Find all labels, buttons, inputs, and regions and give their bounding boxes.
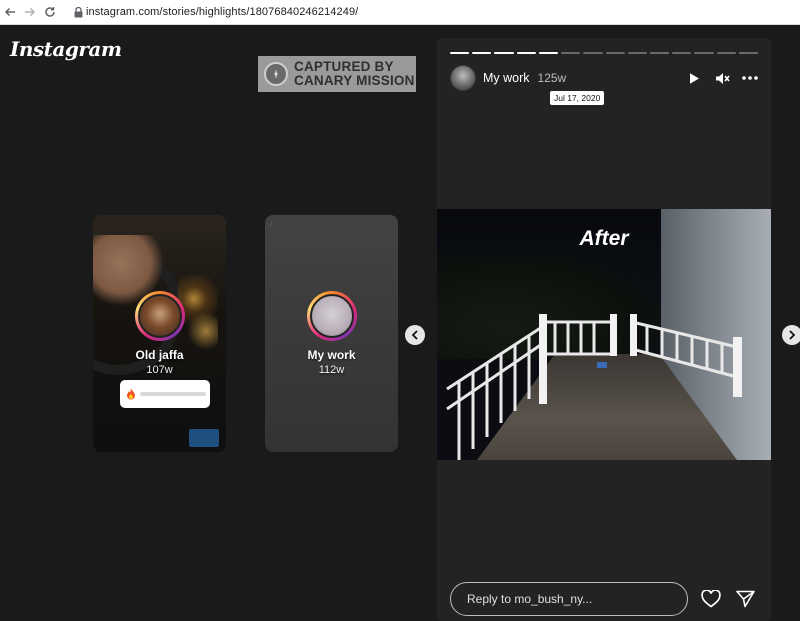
story-username[interactable]: My work — [483, 71, 530, 85]
reload-icon — [45, 7, 55, 17]
watermark-line2: CANARY MISSION — [294, 73, 415, 88]
play-button[interactable] — [686, 70, 702, 86]
site-info-button[interactable] — [70, 0, 86, 25]
highlight-avatar — [135, 291, 185, 341]
story-viewer: Instagram CAPTURED BY CANARY MISSION Old… — [0, 25, 800, 621]
reload-button[interactable] — [40, 0, 60, 25]
lock-icon — [74, 6, 82, 17]
watermark: CAPTURED BY CANARY MISSION — [258, 56, 416, 92]
address-bar[interactable]: instagram.com/stories/highlights/1807684… — [86, 6, 358, 18]
seal-icon — [264, 62, 288, 86]
highlight-age: 107w — [146, 364, 173, 376]
highlight-card-my-work[interactable]: ♪ My work 112w — [265, 215, 398, 452]
watermark-line1: CAPTURED BY — [294, 59, 394, 74]
story-progress-bar — [450, 52, 759, 54]
send-icon — [735, 590, 755, 608]
progress-segment — [627, 52, 647, 54]
progress-segment — [649, 52, 670, 54]
more-options-button[interactable] — [742, 70, 758, 86]
forward-button[interactable] — [20, 0, 40, 25]
chevron-left-icon — [411, 330, 418, 340]
slider-track — [140, 392, 206, 396]
emoji-slider-sticker — [120, 380, 210, 408]
mute-icon — [715, 72, 730, 84]
progress-segment — [516, 52, 536, 54]
like-button[interactable] — [700, 588, 722, 610]
mute-button[interactable] — [714, 70, 730, 86]
progress-segment — [694, 52, 714, 54]
highlight-title: My work — [307, 348, 356, 362]
back-button[interactable] — [0, 0, 20, 25]
highlight-card-old-jaffa[interactable]: Old jaffa 107w — [93, 215, 226, 452]
fire-icon — [127, 388, 135, 400]
progress-segment — [738, 52, 759, 54]
next-story-button[interactable] — [782, 325, 800, 345]
arrow-left-icon — [4, 7, 15, 17]
progress-segment — [494, 52, 514, 54]
highlight-title: Old jaffa — [135, 348, 184, 362]
progress-segment — [472, 52, 492, 54]
share-button[interactable] — [734, 588, 756, 610]
progress-segment — [583, 52, 603, 54]
progress-segment — [716, 52, 736, 54]
progress-segment — [605, 52, 625, 54]
story-controls — [686, 70, 758, 86]
chevron-right-icon — [789, 330, 796, 340]
highlight-age: 112w — [318, 364, 345, 376]
play-icon — [690, 72, 699, 84]
progress-segment — [561, 52, 581, 54]
reply-input[interactable] — [450, 582, 688, 616]
story-age: 125w — [537, 71, 567, 85]
story-media: After — [437, 209, 771, 460]
user-avatar[interactable] — [450, 65, 476, 91]
previous-story-button[interactable] — [405, 325, 425, 345]
browser-toolbar: instagram.com/stories/highlights/1807684… — [0, 0, 800, 25]
progress-segment — [672, 52, 692, 54]
watermark-text: CAPTURED BY CANARY MISSION — [294, 60, 415, 88]
heart-icon — [701, 590, 721, 608]
progress-segment — [450, 52, 470, 54]
media-caption: After — [579, 227, 629, 250]
instagram-logo[interactable]: Instagram — [10, 37, 122, 61]
progress-segment — [538, 52, 559, 54]
date-tooltip: Jul 17, 2020 — [550, 91, 605, 105]
story-header: My work 125w — [450, 65, 758, 91]
more-icon — [742, 76, 758, 80]
active-story[interactable]: My work 125w Jul 17, 2020 After Reply to… — [437, 38, 771, 621]
highlight-avatar — [307, 291, 357, 341]
arrow-right-icon — [25, 7, 36, 17]
reply-bar — [450, 582, 758, 616]
